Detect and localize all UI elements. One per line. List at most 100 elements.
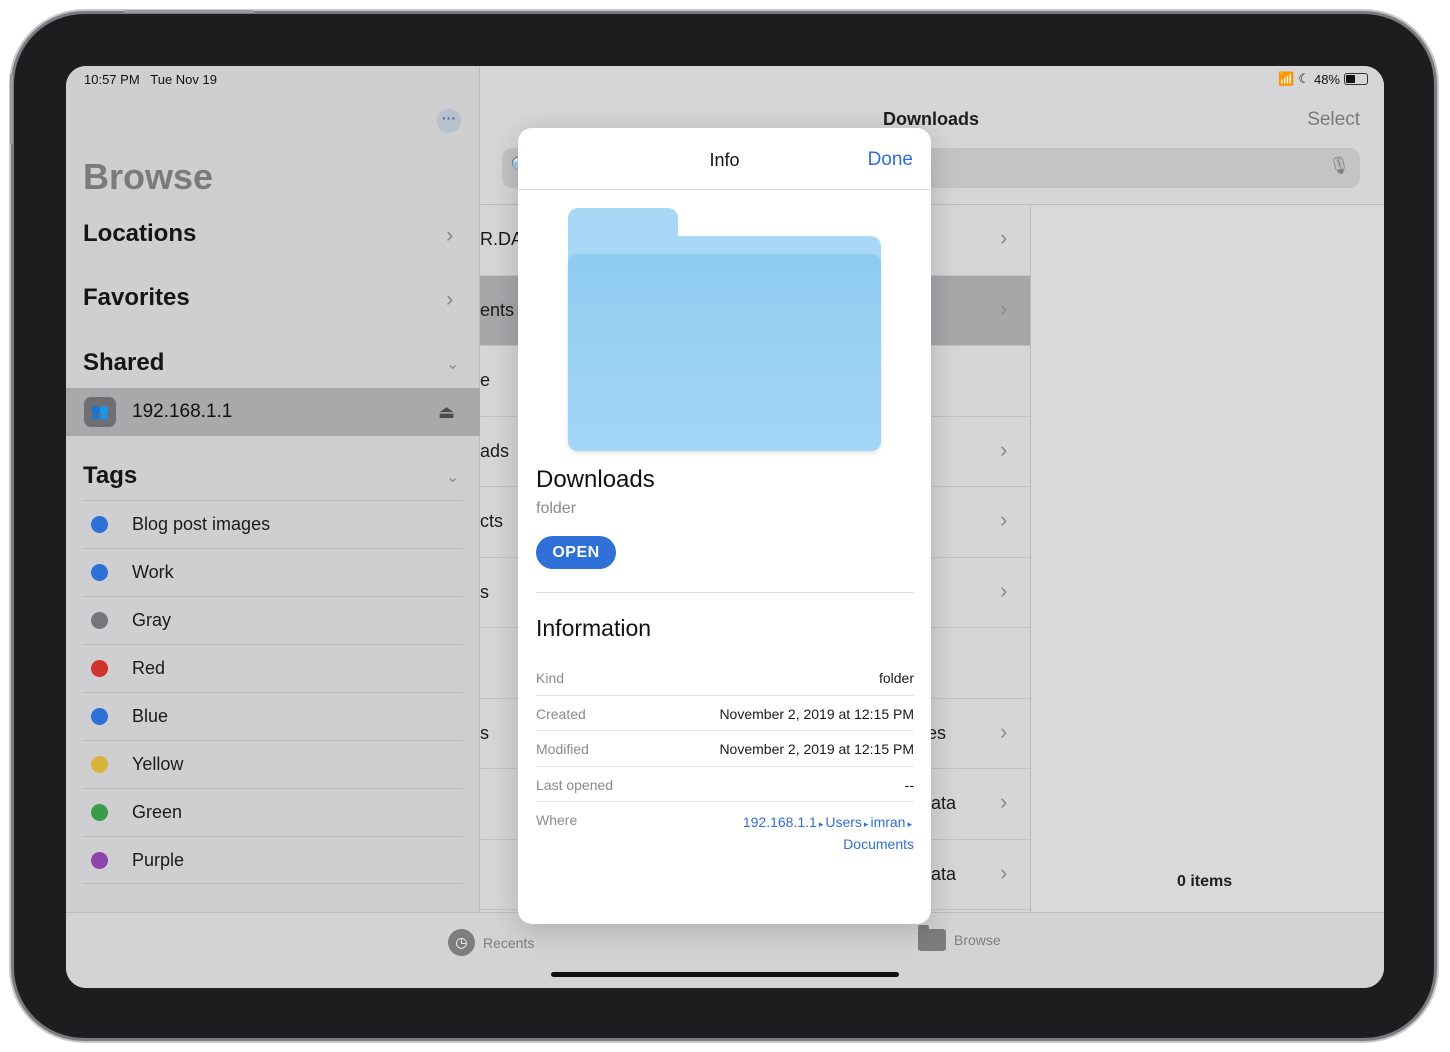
chevron-right-icon: › — [1000, 225, 1008, 250]
microphone-icon[interactable]: 🎙 — [1328, 156, 1350, 176]
chevron-right-icon: › — [446, 222, 454, 247]
clock-icon: ◷ — [448, 929, 475, 956]
file-name: e — [480, 370, 491, 390]
information-table: Kind folder Created November 2, 2019 at 12… — [536, 660, 914, 862]
path-separator-icon: ▸ — [907, 819, 912, 829]
path-separator-icon: ▸ — [818, 819, 824, 829]
battery-percent: 48% — [1313, 71, 1340, 87]
path-link[interactable]: Users — [825, 814, 862, 830]
info-popover: Info Done Downloads folder OPEN Informat… — [518, 128, 931, 924]
path-separator-icon: ▸ — [863, 819, 869, 829]
top-button-left — [124, 10, 196, 13]
info-label: Where — [536, 812, 578, 828]
path-link[interactable]: imran — [870, 814, 905, 830]
tab-label: Browse — [954, 932, 1001, 948]
folder-kind: folder — [536, 500, 577, 517]
divider — [536, 592, 914, 593]
open-button[interactable]: OPEN — [536, 536, 616, 569]
tag-label: Blog post images — [132, 514, 271, 534]
battery-icon — [1344, 73, 1368, 85]
info-value: November 2, 2019 at 12:15 PM — [719, 705, 914, 722]
info-label: Modified — [536, 741, 589, 757]
tags-list: Blog post images Work Gray Red Blue Yell… — [83, 500, 463, 884]
sidebar-item-locations[interactable]: Locations — [83, 220, 196, 248]
tag-item[interactable]: Gray — [83, 596, 463, 644]
chevron-right-icon: › — [1000, 436, 1008, 462]
tag-color-dot — [91, 708, 108, 725]
info-label: Created — [536, 705, 586, 722]
tag-label: Gray — [132, 610, 172, 630]
info-value: -- — [904, 776, 914, 793]
sidebar-item-favorites[interactable]: Favorites — [83, 284, 190, 312]
info-value: folder — [878, 670, 914, 686]
sidebar-title: Browse — [83, 156, 214, 197]
path-link[interactable]: Documents — [843, 836, 914, 852]
info-value: November 2, 2019 at 12:15 PM — [719, 741, 914, 757]
tag-item[interactable]: Work — [83, 548, 463, 596]
chevron-down-icon[interactable]: ⌄ — [446, 354, 459, 374]
file-name: s — [480, 581, 489, 602]
chevron-right-icon: › — [1000, 577, 1008, 603]
path-link[interactable]: 192.168.1.1 — [743, 814, 817, 830]
info-row: Modified November 2, 2019 at 12:15 PM — [536, 731, 914, 767]
file-name: cts — [480, 511, 504, 531]
moon-icon: ☾ — [1298, 71, 1310, 86]
tag-item[interactable]: Yellow — [83, 740, 463, 788]
tag-item[interactable]: Blue — [83, 692, 463, 740]
tag-item[interactable]: Blog post images — [83, 500, 463, 548]
info-row-where: Where 192.168.1.1 ▸ Users ▸ imran ▸ Documents — [536, 802, 914, 862]
chevron-right-icon: › — [1000, 295, 1008, 321]
chevron-down-icon[interactable]: ⌄ — [446, 467, 459, 487]
info-label: Kind — [536, 670, 565, 686]
wifi-icon: 📶 — [1278, 71, 1295, 86]
tag-item[interactable]: Green — [83, 788, 463, 836]
tag-color-dot — [91, 852, 108, 869]
chevron-right-icon: › — [1000, 718, 1008, 744]
select-button[interactable]: Select — [1307, 109, 1360, 131]
tag-color-dot — [91, 756, 108, 773]
home-indicator[interactable] — [551, 972, 899, 977]
folder-name: Downloads — [536, 466, 655, 493]
chevron-right-icon: › — [446, 286, 454, 311]
side-button — [10, 74, 13, 144]
tag-color-dot — [91, 612, 108, 629]
tag-label: Work — [132, 562, 174, 582]
info-row: Created November 2, 2019 at 12:15 PM — [536, 696, 914, 731]
status-right: 📶 ☾ 48% — [1278, 71, 1368, 87]
more-options-icon[interactable]: ··· — [437, 109, 461, 133]
items-count: 0 items — [1177, 873, 1233, 890]
tag-item[interactable]: Red — [83, 644, 463, 692]
status-time: 10:57 PM Tue Nov 19 — [84, 72, 217, 87]
popover-header: Info Done — [518, 128, 931, 190]
tag-item[interactable]: Purple — [83, 836, 463, 884]
tag-label: Blue — [132, 706, 169, 726]
tag-label: Green — [132, 802, 183, 822]
shared-server-icon: 👥 — [84, 397, 116, 427]
sidebar-item-server[interactable]: 👥 192.168.1.1 ⏏ — [66, 388, 480, 436]
page-title: Downloads — [883, 109, 980, 129]
done-button[interactable]: Done — [868, 149, 913, 171]
file-name: ads — [480, 440, 510, 461]
file-name-fragment: ata — [931, 793, 957, 813]
tag-color-dot — [91, 660, 108, 677]
chevron-right-icon: › — [1000, 507, 1008, 532]
server-label: 192.168.1.1 — [132, 401, 233, 422]
where-path: 192.168.1.1 ▸ Users ▸ imran ▸ Documents — [694, 812, 914, 854]
sidebar-section-shared[interactable]: Shared — [83, 349, 164, 377]
file-name: ents — [480, 299, 515, 320]
tag-color-dot — [91, 564, 108, 581]
detail-pane: 0 items — [1030, 205, 1384, 912]
sidebar-section-tags[interactable]: Tags — [83, 462, 137, 490]
tab-browse[interactable]: Browse — [918, 925, 1001, 951]
tag-label: Red — [132, 658, 166, 678]
information-heading: Information — [536, 615, 652, 641]
chevron-right-icon: › — [1000, 789, 1008, 814]
tab-recents[interactable]: ◷ Recents — [448, 929, 534, 956]
file-name-fragment: ata — [931, 863, 957, 884]
tag-color-dot — [91, 804, 108, 821]
tag-label: Purple — [132, 850, 185, 870]
eject-icon[interactable]: ⏏ — [438, 402, 455, 423]
tag-color-dot — [91, 516, 108, 533]
screen: 10:57 PM Tue Nov 19 ··· Browse Locations… — [66, 66, 1384, 988]
tab-label: Recents — [483, 934, 535, 951]
